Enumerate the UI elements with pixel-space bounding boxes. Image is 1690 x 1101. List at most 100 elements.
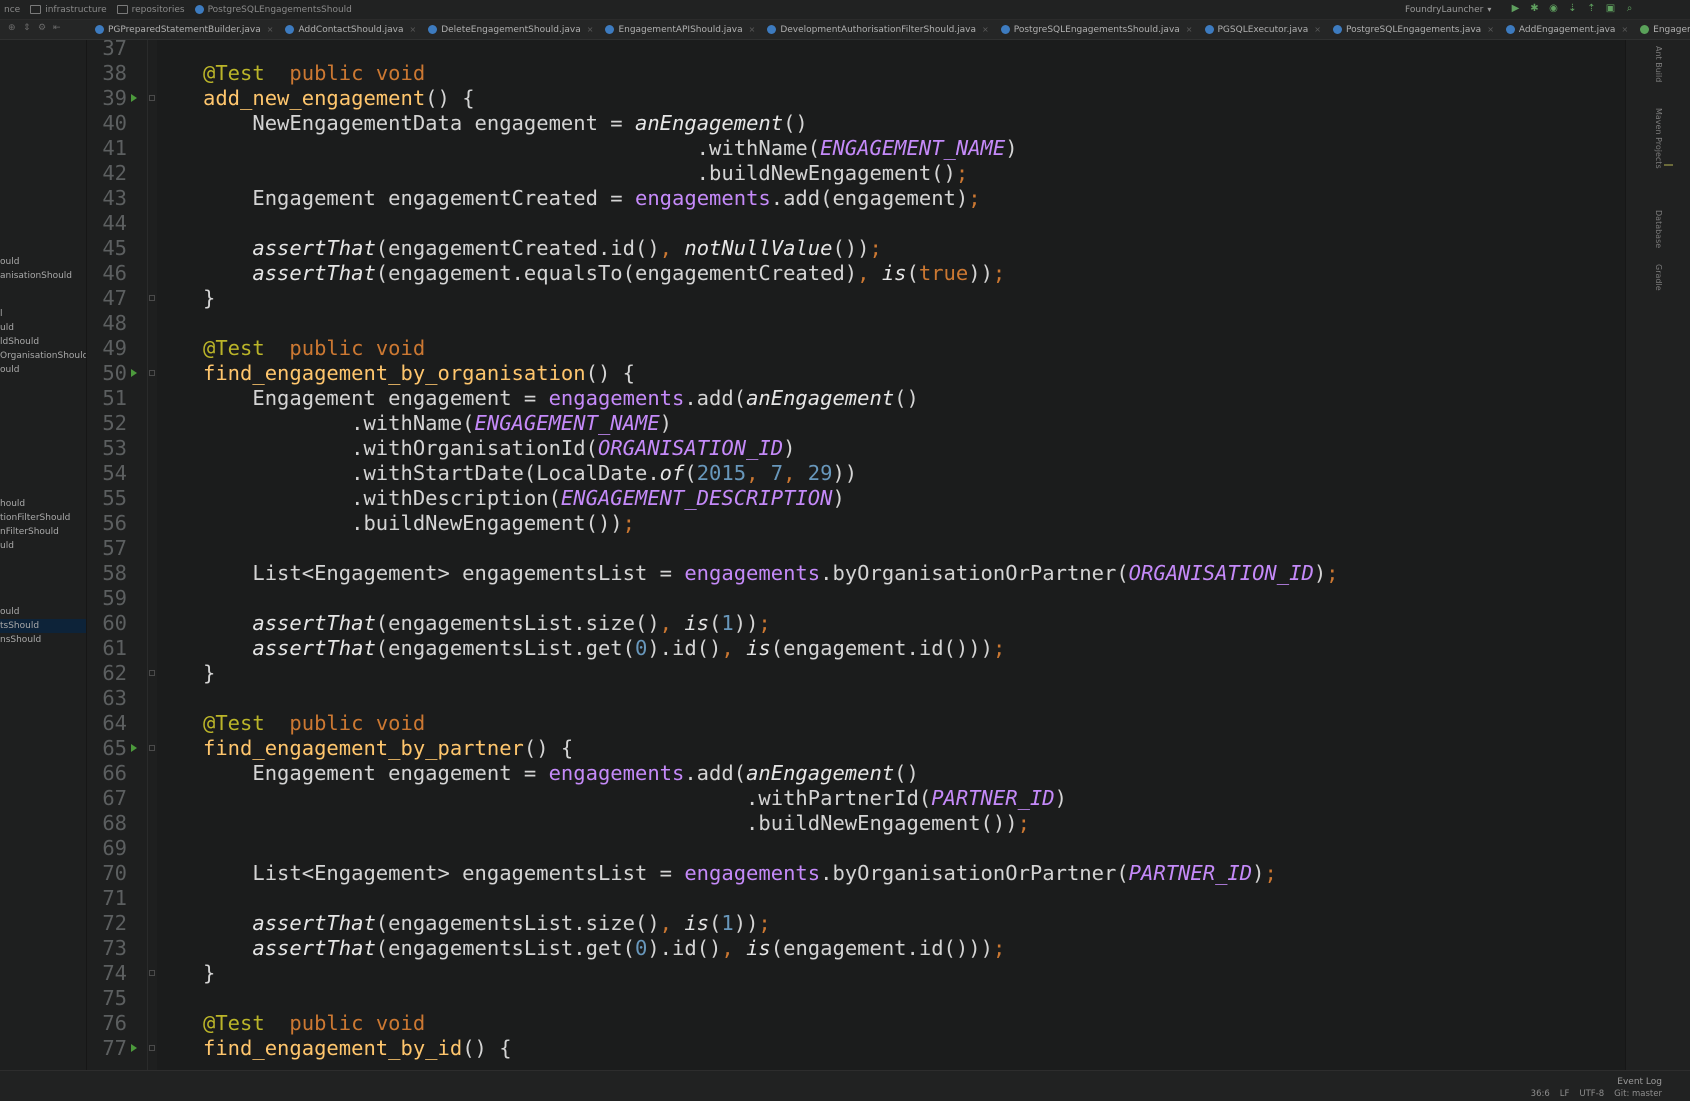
project-tree-item[interactable]: ould — [0, 255, 19, 269]
fold-icon[interactable] — [149, 670, 155, 676]
close-icon[interactable]: × — [1314, 25, 1321, 34]
code-line[interactable]: 71 — [87, 886, 1625, 911]
editor-tab[interactable]: DevelopmentAuthorisationFilterShould.jav… — [764, 20, 997, 39]
code-line[interactable]: 42 .buildNewEngagement(); — [87, 161, 1625, 186]
error-stripe-mark[interactable] — [1664, 164, 1673, 166]
code-line[interactable]: 56 .buildNewEngagement()); — [87, 511, 1625, 536]
hide-icon[interactable]: ⇤ — [53, 24, 62, 33]
code-line[interactable]: 61 assertThat(engagementsList.get(0).id(… — [87, 636, 1625, 661]
editor-tab[interactable]: DeleteEngagementShould.java × — [425, 20, 602, 39]
code-line[interactable]: 46 assertThat(engagement.equalsTo(engage… — [87, 261, 1625, 286]
close-icon[interactable]: × — [1186, 25, 1193, 34]
code-line[interactable]: 50 find_engagement_by_organisation() { — [87, 361, 1625, 386]
code-line[interactable]: 43 Engagement engagementCreated = engage… — [87, 186, 1625, 211]
code-line[interactable]: 60 assertThat(engagementsList.size(), is… — [87, 611, 1625, 636]
vcs-branch[interactable]: Git: master — [1614, 1089, 1662, 1099]
code-line[interactable]: 66 Engagement engagement = engagements.a… — [87, 761, 1625, 786]
project-tree-item[interactable]: uld — [0, 321, 14, 335]
editor-tab[interactable]: PostgreSQLEngagementsShould.java × — [998, 20, 1202, 39]
code-line[interactable]: 48 — [87, 311, 1625, 336]
tool-window-database[interactable]: Database — [1654, 210, 1663, 248]
run-icon[interactable]: ▶ — [1510, 3, 1521, 14]
code-line[interactable]: 54 .withStartDate(LocalDate.of(2015, 7, … — [87, 461, 1625, 486]
vcs-commit-icon[interactable]: ⇡ — [1586, 3, 1597, 14]
vcs-update-icon[interactable]: ⇣ — [1567, 3, 1578, 14]
run-test-icon[interactable] — [131, 94, 137, 102]
fold-icon[interactable] — [149, 970, 155, 976]
project-tree-item[interactable]: uld — [0, 539, 14, 553]
editor-tab[interactable]: PGPreparedStatementBuilder.java × — [92, 20, 282, 39]
code-line[interactable]: 63 — [87, 686, 1625, 711]
close-icon[interactable]: × — [267, 25, 274, 34]
project-tree-item[interactable]: nFilterShould — [0, 525, 59, 539]
code-line[interactable]: 49 @Test public void — [87, 336, 1625, 361]
run-test-icon[interactable] — [131, 744, 137, 752]
breadcrumb-item[interactable]: infrastructure — [26, 5, 112, 15]
project-tree-item[interactable]: ould — [0, 363, 19, 377]
close-icon[interactable]: × — [1487, 25, 1494, 34]
code-line[interactable]: 77 find_engagement_by_id() { — [87, 1036, 1625, 1061]
editor-tab[interactable]: AddContactShould.java × — [282, 20, 425, 39]
code-line[interactable]: 38 @Test public void — [87, 61, 1625, 86]
code-line[interactable]: 39 add_new_engagement() { — [87, 86, 1625, 111]
project-tree-item[interactable]: hould — [0, 497, 25, 511]
line-separator[interactable]: LF — [1560, 1089, 1570, 1099]
code-line[interactable]: 73 assertThat(engagementsList.get(0).id(… — [87, 936, 1625, 961]
settings-icon[interactable]: ⚙ — [38, 24, 47, 33]
code-line[interactable]: 65 find_engagement_by_partner() { — [87, 736, 1625, 761]
code-line[interactable]: 69 — [87, 836, 1625, 861]
code-line[interactable]: 67 .withPartnerId(PARTNER_ID) — [87, 786, 1625, 811]
breadcrumb-item[interactable]: nce — [0, 5, 26, 15]
fold-icon[interactable] — [149, 745, 155, 751]
fold-icon[interactable] — [149, 295, 155, 301]
run-test-icon[interactable] — [131, 1044, 137, 1052]
structure-icon[interactable]: ▣ — [1605, 3, 1616, 14]
tool-window-gradle[interactable]: Gradle — [1654, 264, 1663, 291]
code-line[interactable]: 70 List<Engagement> engagementsList = en… — [87, 861, 1625, 886]
editor-tab[interactable]: EngagementAPIShould.java × — [602, 20, 764, 39]
code-line[interactable]: 76 @Test public void — [87, 1011, 1625, 1036]
code-line[interactable]: 59 — [87, 586, 1625, 611]
code-line[interactable]: 72 assertThat(engagementsList.size(), is… — [87, 911, 1625, 936]
close-icon[interactable]: × — [1621, 25, 1628, 34]
event-log-button[interactable]: Event Log — [1617, 1077, 1662, 1087]
tool-window-ant-build[interactable]: Ant Build — [1654, 46, 1663, 82]
close-icon[interactable]: × — [587, 25, 594, 34]
code-line[interactable]: 44 — [87, 211, 1625, 236]
search-icon[interactable]: ⌕ — [1624, 3, 1635, 14]
project-tree-item[interactable]: tsShould — [0, 619, 86, 633]
fold-icon[interactable] — [149, 1045, 155, 1051]
breadcrumb-item[interactable]: repositories — [113, 5, 191, 15]
editor-tab[interactable]: PostgreSQLEngagements.java × — [1330, 20, 1503, 39]
code-line[interactable]: 40 NewEngagementData engagement = anEnga… — [87, 111, 1625, 136]
code-line[interactable]: 62} — [87, 661, 1625, 686]
close-icon[interactable]: × — [409, 25, 416, 34]
project-tree-item[interactable]: l — [0, 307, 3, 321]
locate-icon[interactable]: ⊕ — [8, 24, 17, 33]
project-tree-item[interactable]: ould — [0, 605, 19, 619]
code-line[interactable]: 68 .buildNewEngagement()); — [87, 811, 1625, 836]
code-line[interactable]: 75 — [87, 986, 1625, 1011]
debug-icon[interactable]: ✱ — [1529, 3, 1540, 14]
project-tree-item[interactable]: ldShould — [0, 335, 39, 349]
breadcrumb-item[interactable]: PostgreSQLEngagementsShould — [191, 5, 358, 15]
tool-window-maven[interactable]: Maven Projects — [1654, 108, 1663, 169]
editor-tab[interactable]: Engagements.java× — [1637, 20, 1690, 39]
code-line[interactable]: 37 — [87, 40, 1625, 61]
file-encoding[interactable]: UTF-8 — [1579, 1089, 1604, 1099]
code-line[interactable]: 53 .withOrganisationId(ORGANISATION_ID) — [87, 436, 1625, 461]
code-line[interactable]: 58 List<Engagement> engagementsList = en… — [87, 561, 1625, 586]
fold-icon[interactable] — [149, 95, 155, 101]
close-icon[interactable]: × — [982, 25, 989, 34]
coverage-icon[interactable]: ◉ — [1548, 3, 1559, 14]
project-tree-item[interactable]: tionFilterShould — [0, 511, 70, 525]
code-line[interactable]: 45 assertThat(engagementCreated.id(), no… — [87, 236, 1625, 261]
code-line[interactable]: 74} — [87, 961, 1625, 986]
code-line[interactable]: 57 — [87, 536, 1625, 561]
code-editor[interactable]: 37 38 @Test public void 39 add_new_engagemen… — [87, 40, 1625, 1070]
caret-position[interactable]: 36:6 — [1531, 1089, 1550, 1099]
run-configuration-selector[interactable]: FoundryLauncher ▾ — [1405, 2, 1491, 17]
editor-tab[interactable]: PGSQLExecutor.java × — [1202, 20, 1330, 39]
code-line[interactable]: 47} — [87, 286, 1625, 311]
editor-tab[interactable]: AddEngagement.java × — [1503, 20, 1637, 39]
